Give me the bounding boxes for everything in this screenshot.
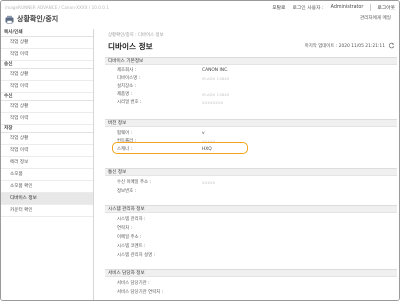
status-monitor-icon — [5, 15, 14, 24]
controller-highlight — [112, 142, 248, 154]
row-label: 시스템 관리자 설명 : — [117, 253, 155, 258]
logout-link[interactable]: 로그아웃 — [370, 4, 395, 11]
row-label: 이메일 주소 : — [117, 235, 142, 240]
group-version-info: 버전 정보 — [105, 119, 397, 127]
group-service-contact-info: 서비스 담당자 정보 — [105, 269, 397, 277]
row-label: 제품명 : — [117, 92, 132, 97]
breadcrumb: 상황확인/중지 : 디바이스 정보 — [108, 33, 164, 38]
page-title: 디바이스 정보 — [108, 42, 153, 51]
sidebar-item-consumables[interactable]: 소모품 — [1, 169, 93, 181]
app-window: imageRUNNER ADVANCE / Canon-XXXX / 10.0.… — [0, 0, 400, 301]
row-label: 시스템 관리자 : — [117, 217, 146, 222]
user-name: Administrator — [330, 5, 364, 10]
refresh-icon[interactable] — [388, 42, 395, 49]
group-communication-info: 통신 정보 — [105, 168, 397, 176]
sidebar-item-send-job-status[interactable]: 작업 상황 — [1, 69, 93, 81]
sidebar: 복사/인쇄 작업 상황 작업 이력 송신 작업 상황 작업 이력 수신 작업 상… — [1, 29, 94, 300]
row-value: XXXXX — [202, 181, 216, 185]
app-title: 상황확인/중지 — [5, 14, 58, 24]
row-label: 펌웨어 : — [117, 131, 132, 136]
portal-link[interactable]: 포탈로 — [272, 4, 285, 11]
last-updated: 마지막 업데이트 : 2020 11/05 21:21:11 — [304, 44, 385, 49]
sidebar-section-receive: 수신 — [1, 93, 93, 101]
row-label: 수신 이메일 주소 : — [117, 180, 151, 185]
main-content: 상황확인/중지 : 디바이스 정보 디바이스 정보 마지막 업데이트 : 202… — [95, 29, 399, 300]
sidebar-item-store-job-status[interactable]: 작업 상황 — [1, 133, 93, 145]
login-user-label: 로그인 사용자 : — [292, 6, 324, 11]
row-value: XXXXXXXX — [202, 101, 224, 105]
device-info-bar: imageRUNNER ADVANCE / Canon-XXXX / 10.0.… — [5, 4, 155, 12]
row-label: 서비스 담당기관 연락처 : — [117, 290, 164, 295]
row-value: CANON INC. — [202, 68, 229, 73]
sidebar-item-store-job-history[interactable]: 작업 이력 — [1, 145, 93, 157]
row-label: 시리얼 번호 : — [117, 100, 142, 105]
header: imageRUNNER ADVANCE / Canon-XXXX / 10.0.… — [1, 1, 399, 29]
sidebar-section-send: 송신 — [1, 61, 93, 69]
app-title-text: 상황확인/중지 — [17, 15, 59, 23]
sidebar-item-copy-job-status[interactable]: 작업 상황 — [1, 37, 93, 49]
device-info-text: imageRUNNER ADVANCE / Canon-XXXX / 10.0.… — [5, 5, 109, 10]
group-system-admin-info: 시스템 관리자 정보 — [105, 205, 397, 213]
header-links: 포탈로 로그인 사용자 : Administrator 로그아웃 — [272, 4, 395, 11]
sidebar-item-device-info[interactable]: 디바이스 정보 — [1, 193, 93, 205]
group-device-basic: 디바이스 기본정보 — [105, 57, 397, 65]
row-label: 연락처 : — [117, 226, 132, 231]
row-value: iR-ADV C5840 — [202, 77, 230, 81]
sidebar-section-store: 저장 — [1, 125, 93, 133]
row-label: 시스템 코멘트 : — [117, 244, 146, 249]
row-label: 설치장소 : — [117, 84, 137, 89]
sidebar-item-copy-job-history[interactable]: 작업 이력 — [1, 49, 93, 61]
row-value: iR-ADV C5840 — [202, 93, 230, 97]
row-label: 디바이스명 : — [117, 76, 141, 81]
sidebar-item-receive-job-history[interactable]: 작업 이력 — [1, 113, 93, 125]
sidebar-item-receive-job-status[interactable]: 작업 상황 — [1, 101, 93, 113]
admin-mail-link[interactable]: 관리자에게 메일 — [360, 15, 391, 21]
sidebar-item-consumables-check[interactable]: 소모품 확인 — [1, 181, 93, 193]
row-value: v — [202, 131, 205, 136]
sidebar-section-copy-print: 복사/인쇄 — [1, 29, 93, 37]
row-label: 제조회사 : — [117, 68, 137, 73]
sidebar-item-send-job-history[interactable]: 작업 이력 — [1, 81, 93, 93]
sidebar-item-counter-check[interactable]: 카운터 확인 — [1, 205, 93, 217]
sidebar-item-error-info[interactable]: 에러 정보 — [1, 157, 93, 169]
row-label: 정보번호 : — [117, 189, 137, 194]
row-label: 서비스 담당기관 : — [117, 281, 150, 286]
